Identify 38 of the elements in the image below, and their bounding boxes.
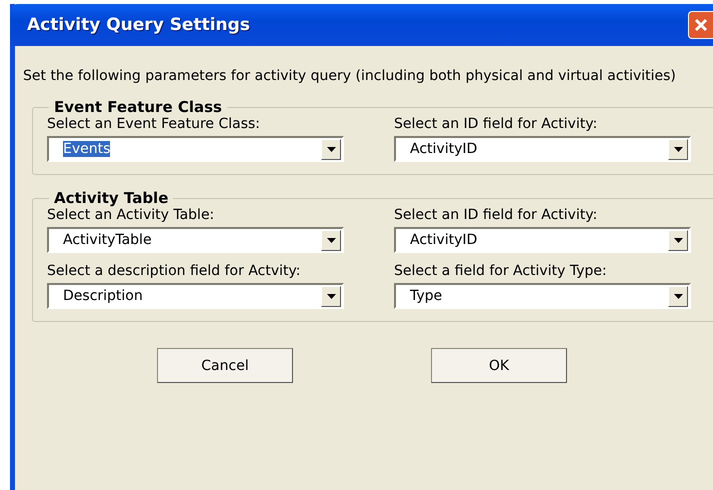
caret-icon [326, 146, 336, 152]
dropdown-button[interactable] [321, 138, 341, 160]
dropdown-value: Type [410, 288, 442, 304]
dropdown-button[interactable] [668, 138, 688, 160]
caret-icon [674, 146, 682, 152]
field-label: Select a field for Activity Type: [394, 263, 608, 279]
field-label: Select an Event Feature Class: [47, 116, 262, 132]
caret-icon [674, 294, 682, 298]
close-button[interactable] [688, 11, 713, 39]
group-title: Activity Table [53, 189, 170, 207]
dropdown-field[interactable]: Description [47, 283, 344, 309]
cancel-button[interactable]: Cancel [157, 348, 293, 383]
dropdown-field[interactable]: Type [394, 283, 691, 309]
dropdown-field[interactable]: ActivityID [394, 136, 691, 162]
dropdown-value: Description [63, 288, 143, 304]
group-title: Event Feature Class [53, 98, 223, 116]
field-label: Select an Activity Table: [47, 207, 216, 223]
caret-icon [674, 238, 682, 242]
dropdown-value: ActivityID [410, 232, 478, 248]
field-label: Select an ID field for Activity: [394, 207, 598, 223]
caret-icon [326, 238, 336, 242]
dropdown-button[interactable] [321, 230, 341, 250]
field-label: Select a description field for Actvity: [47, 263, 302, 279]
close-icon [693, 17, 709, 33]
dropdown-value: Events [63, 141, 110, 157]
caret-icon [326, 294, 336, 298]
dropdown-value: ActivityTable [63, 232, 152, 248]
dropdown-field[interactable]: ActivityTable [47, 227, 344, 253]
dropdown-field[interactable]: Events [47, 136, 344, 162]
dropdown-button[interactable] [668, 286, 688, 306]
dropdown-value: ActivityID [410, 141, 478, 157]
ok-button[interactable]: OK [431, 348, 567, 383]
field-label: Select an ID field for Activity: [394, 116, 598, 132]
dropdown-field[interactable]: ActivityID [394, 227, 691, 253]
window-title: Activity Query Settings [27, 15, 250, 35]
dropdown-button[interactable] [321, 286, 341, 306]
instruction-text: Set the following parameters for activity query (including both physical and virtual activities) [23, 68, 677, 84]
dropdown-button[interactable] [668, 230, 688, 250]
